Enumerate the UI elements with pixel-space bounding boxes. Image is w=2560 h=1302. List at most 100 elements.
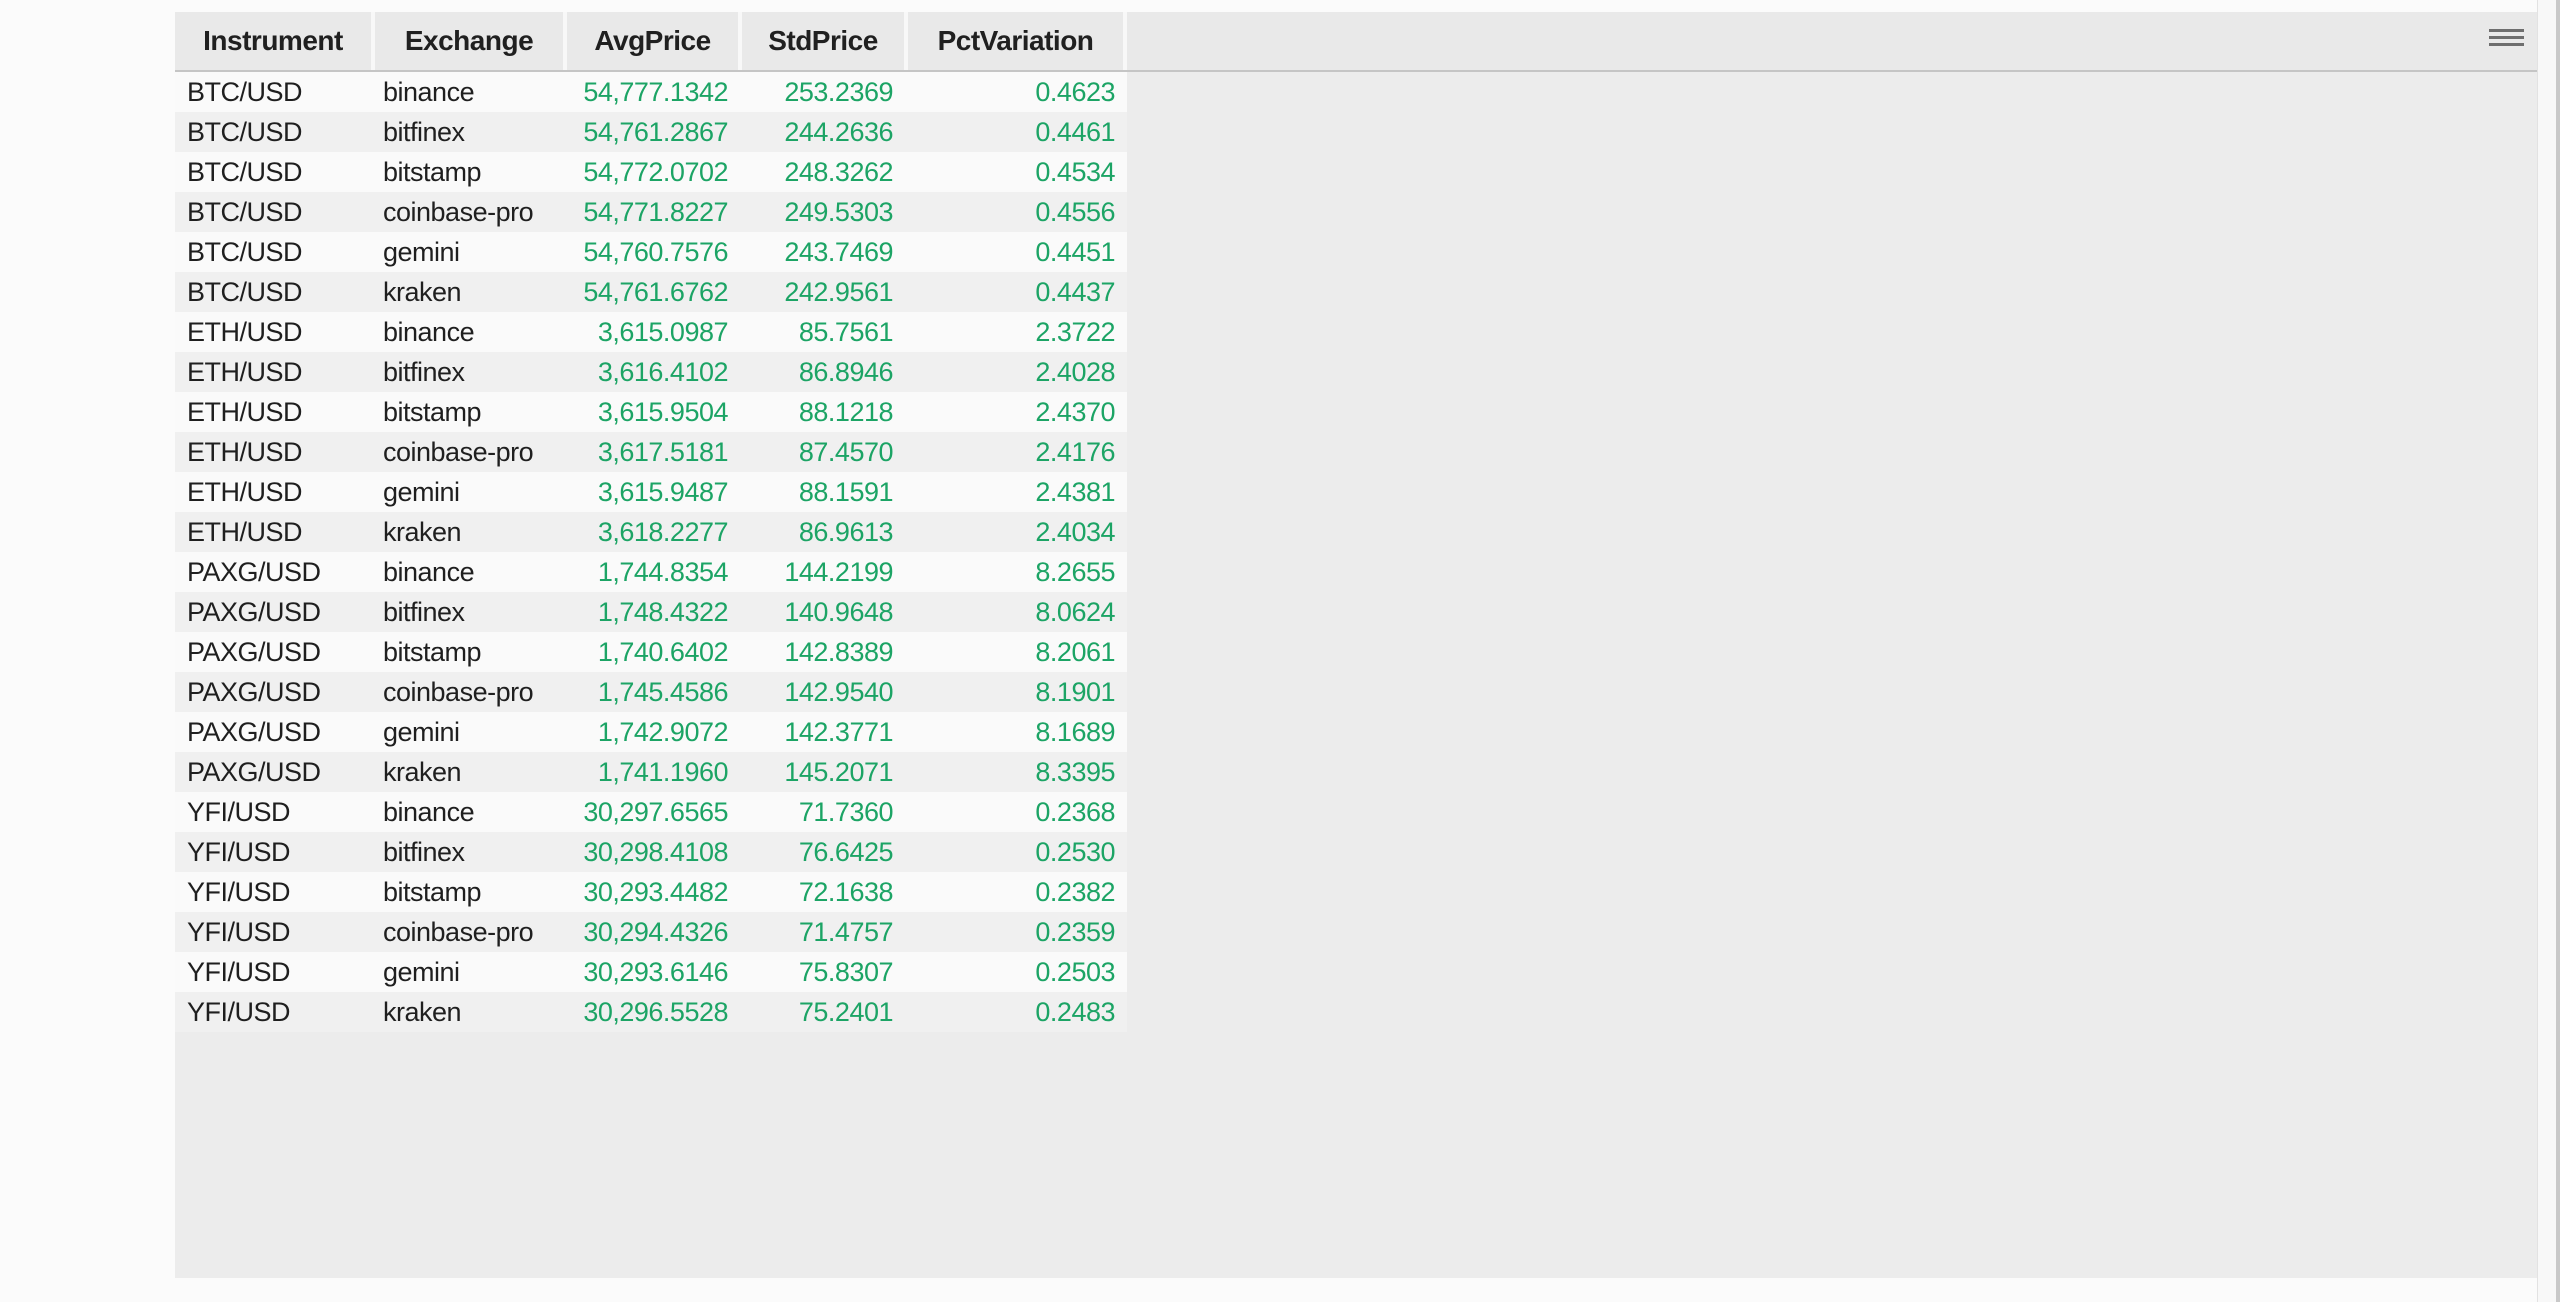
table-header: Instrument Exchange AvgPrice StdPrice Pc… (175, 12, 2537, 72)
cell-pct: 0.4534 (908, 152, 1127, 192)
table-row: BTC/USDkraken54,761.6762242.95610.4437 (175, 272, 1127, 312)
cell-exchange: bitfinex (375, 832, 567, 872)
cell-pct: 2.4370 (908, 392, 1127, 432)
table-row: BTC/USDbinance54,777.1342253.23690.4623 (175, 72, 1127, 112)
cell-exchange: coinbase-pro (375, 432, 567, 472)
cell-std: 248.3262 (742, 152, 908, 192)
menu-button[interactable] (2480, 20, 2532, 54)
cell-std: 72.1638 (742, 872, 908, 912)
table-row: ETH/USDcoinbase-pro3,617.518187.45702.41… (175, 432, 1127, 472)
cell-std: 75.8307 (742, 952, 908, 992)
table-row: PAXG/USDgemini1,742.9072142.37718.1689 (175, 712, 1127, 752)
cell-avg: 3,615.0987 (567, 312, 742, 352)
cell-pct: 8.2655 (908, 552, 1127, 592)
column-header-pctvariation: PctVariation (908, 12, 1127, 70)
cell-avg: 1,740.6402 (567, 632, 742, 672)
cell-pct: 8.2061 (908, 632, 1127, 672)
cell-instrument: YFI/USD (175, 792, 375, 832)
cell-instrument: PAXG/USD (175, 632, 375, 672)
table-row: BTC/USDcoinbase-pro54,771.8227249.53030.… (175, 192, 1127, 232)
cell-exchange: bitfinex (375, 112, 567, 152)
table-row: PAXG/USDbitstamp1,740.6402142.83898.2061 (175, 632, 1127, 672)
cell-pct: 2.4381 (908, 472, 1127, 512)
cell-instrument: BTC/USD (175, 112, 375, 152)
cell-std: 86.8946 (742, 352, 908, 392)
cell-instrument: BTC/USD (175, 152, 375, 192)
cell-instrument: YFI/USD (175, 992, 375, 1032)
cell-std: 249.5303 (742, 192, 908, 232)
cell-avg: 54,760.7576 (567, 232, 742, 272)
table-row: YFI/USDgemini30,293.614675.83070.2503 (175, 952, 1127, 992)
cell-pct: 0.4437 (908, 272, 1127, 312)
cell-avg: 1,744.8354 (567, 552, 742, 592)
cell-avg: 30,298.4108 (567, 832, 742, 872)
cell-std: 244.2636 (742, 112, 908, 152)
scrollbar-track[interactable] (2537, 0, 2560, 1302)
cell-pct: 0.4623 (908, 72, 1127, 112)
cell-std: 253.2369 (742, 72, 908, 112)
cell-avg: 1,741.1960 (567, 752, 742, 792)
cell-std: 85.7561 (742, 312, 908, 352)
cell-exchange: bitstamp (375, 392, 567, 432)
cell-pct: 0.2382 (908, 872, 1127, 912)
cell-instrument: PAXG/USD (175, 552, 375, 592)
cell-std: 243.7469 (742, 232, 908, 272)
cell-instrument: ETH/USD (175, 512, 375, 552)
table-row: YFI/USDbinance30,297.656571.73600.2368 (175, 792, 1127, 832)
cell-avg: 54,772.0702 (567, 152, 742, 192)
cell-exchange: bitstamp (375, 872, 567, 912)
cell-avg: 30,296.5528 (567, 992, 742, 1032)
cell-pct: 0.4556 (908, 192, 1127, 232)
cell-exchange: kraken (375, 272, 567, 312)
cell-exchange: binance (375, 312, 567, 352)
table-row: PAXG/USDkraken1,741.1960145.20718.3395 (175, 752, 1127, 792)
cell-std: 71.4757 (742, 912, 908, 952)
cell-avg: 1,745.4586 (567, 672, 742, 712)
cell-instrument: BTC/USD (175, 192, 375, 232)
table-row: ETH/USDbitstamp3,615.950488.12182.4370 (175, 392, 1127, 432)
cell-avg: 30,293.6146 (567, 952, 742, 992)
cell-exchange: binance (375, 552, 567, 592)
table-row: ETH/USDbitfinex3,616.410286.89462.4028 (175, 352, 1127, 392)
cell-exchange: binance (375, 792, 567, 832)
cell-instrument: ETH/USD (175, 472, 375, 512)
cell-pct: 0.2503 (908, 952, 1127, 992)
cell-instrument: BTC/USD (175, 272, 375, 312)
cell-exchange: gemini (375, 952, 567, 992)
cell-std: 142.3771 (742, 712, 908, 752)
cell-pct: 8.1901 (908, 672, 1127, 712)
cell-avg: 30,297.6565 (567, 792, 742, 832)
cell-instrument: BTC/USD (175, 72, 375, 112)
cell-std: 142.9540 (742, 672, 908, 712)
cell-avg: 3,615.9504 (567, 392, 742, 432)
hamburger-menu-icon (2489, 29, 2524, 46)
cell-pct: 0.2530 (908, 832, 1127, 872)
cell-std: 145.2071 (742, 752, 908, 792)
cell-exchange: gemini (375, 472, 567, 512)
table-row: ETH/USDgemini3,615.948788.15912.4381 (175, 472, 1127, 512)
table-row: PAXG/USDbitfinex1,748.4322140.96488.0624 (175, 592, 1127, 632)
cell-pct: 2.4034 (908, 512, 1127, 552)
cell-pct: 0.4451 (908, 232, 1127, 272)
cell-exchange: kraken (375, 992, 567, 1032)
cell-instrument: YFI/USD (175, 872, 375, 912)
cell-std: 88.1218 (742, 392, 908, 432)
cell-instrument: PAXG/USD (175, 672, 375, 712)
cell-instrument: ETH/USD (175, 352, 375, 392)
table-row: BTC/USDbitstamp54,772.0702248.32620.4534 (175, 152, 1127, 192)
cell-avg: 1,748.4322 (567, 592, 742, 632)
cell-exchange: kraken (375, 752, 567, 792)
table-row: YFI/USDbitstamp30,293.448272.16380.2382 (175, 872, 1127, 912)
price-table-panel: Instrument Exchange AvgPrice StdPrice Pc… (175, 12, 2537, 1278)
cell-instrument: PAXG/USD (175, 752, 375, 792)
cell-exchange: coinbase-pro (375, 672, 567, 712)
cell-avg: 54,761.2867 (567, 112, 742, 152)
table-row: YFI/USDcoinbase-pro30,294.432671.47570.2… (175, 912, 1127, 952)
table-row: ETH/USDbinance3,615.098785.75612.3722 (175, 312, 1127, 352)
cell-pct: 0.4461 (908, 112, 1127, 152)
cell-pct: 2.4028 (908, 352, 1127, 392)
cell-std: 140.9648 (742, 592, 908, 632)
cell-exchange: bitstamp (375, 152, 567, 192)
column-header-stdprice: StdPrice (742, 12, 908, 70)
cell-std: 144.2199 (742, 552, 908, 592)
